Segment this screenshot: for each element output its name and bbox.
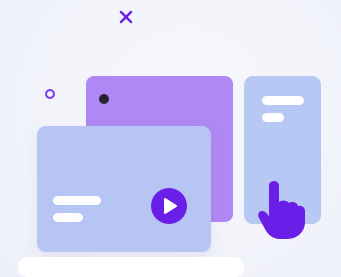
text-line-placeholder [262, 113, 284, 122]
play-icon [164, 198, 177, 214]
text-line-placeholder [53, 213, 83, 222]
text-line-placeholder [262, 96, 304, 105]
circle-outline-icon [45, 89, 55, 99]
onboarding-illustration [0, 0, 341, 277]
text-line-placeholder [53, 196, 101, 205]
dot-icon [99, 94, 109, 104]
video-card [37, 126, 211, 252]
play-button[interactable] [151, 188, 187, 224]
base-panel [18, 257, 244, 277]
close-icon [119, 10, 133, 24]
pointer-hand-icon [258, 181, 305, 239]
